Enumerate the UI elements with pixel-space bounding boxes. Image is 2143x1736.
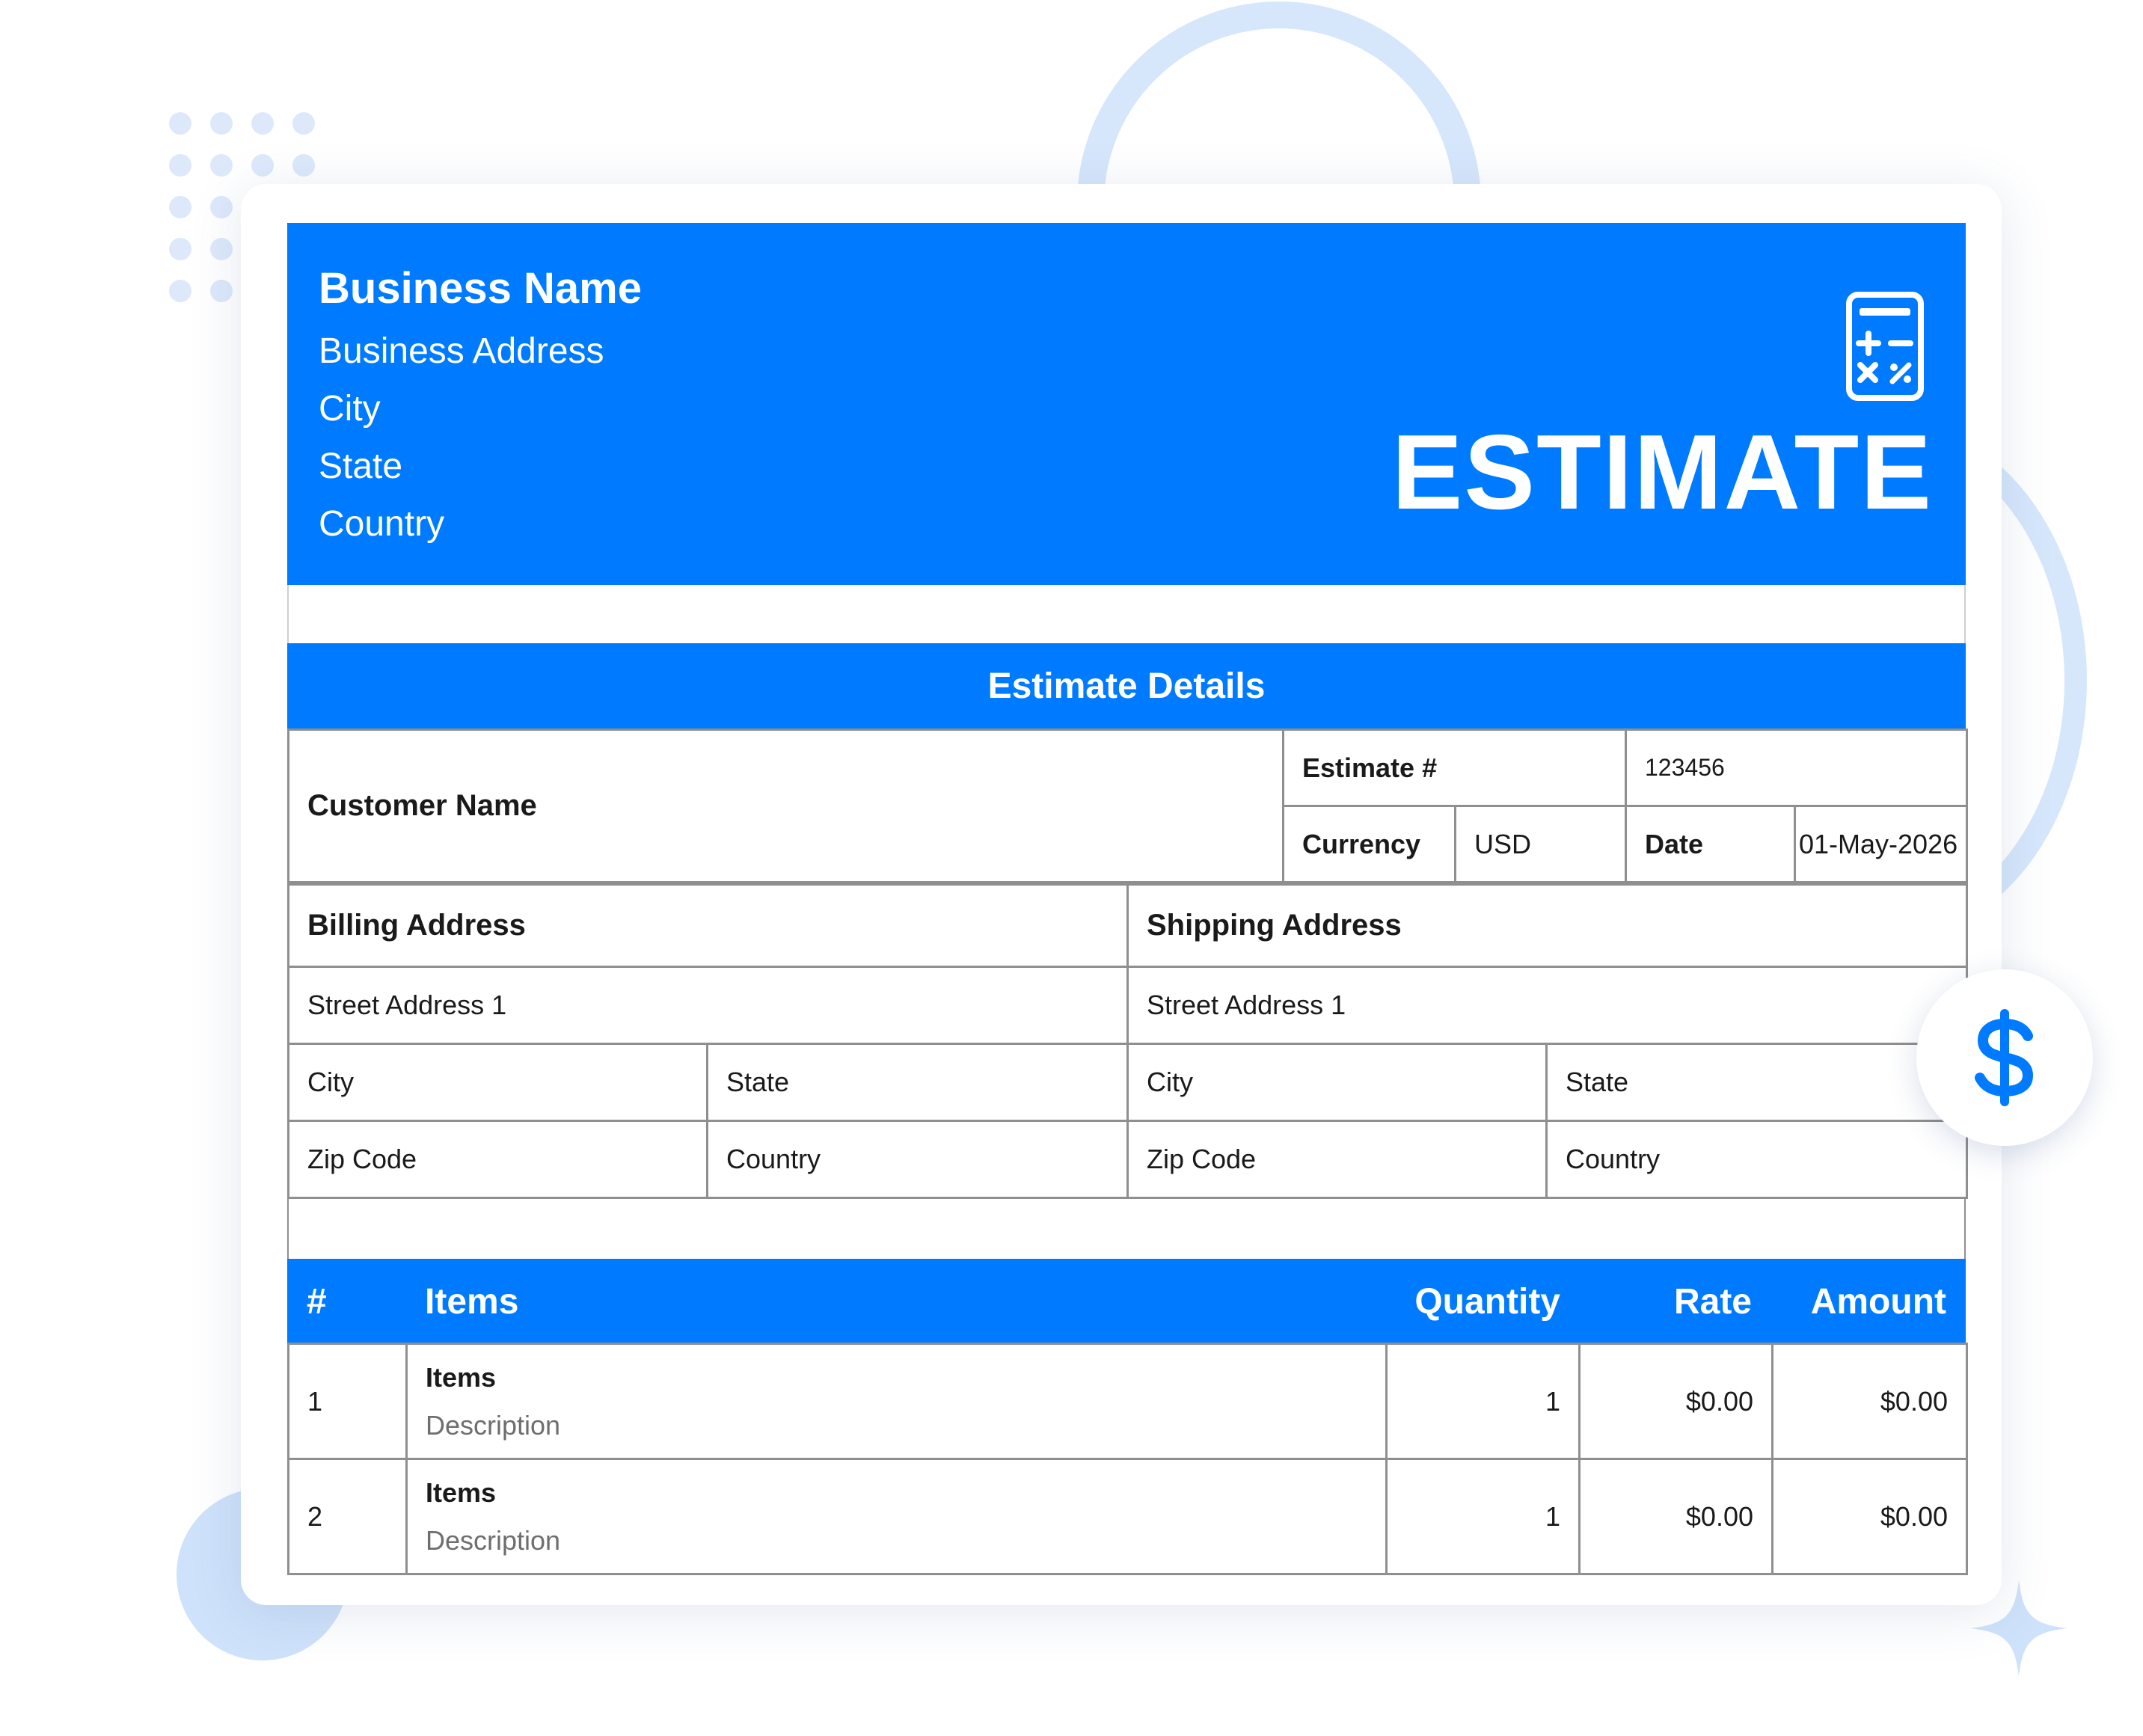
item-title[interactable]: Items	[426, 1362, 1367, 1393]
billing-state-field[interactable]: State	[706, 1043, 1129, 1122]
item-amount: $0.00	[1771, 1458, 1968, 1575]
estimate-number-label: Estimate #	[1282, 729, 1627, 807]
date-label: Date	[1625, 805, 1796, 883]
item-title[interactable]: Items	[426, 1477, 1367, 1509]
shipping-city-field[interactable]: City	[1126, 1043, 1548, 1122]
estimate-details-heading: Estimate Details	[287, 643, 1966, 729]
business-address[interactable]: Business Address	[319, 331, 604, 372]
item-quantity[interactable]: 1	[1385, 1458, 1581, 1575]
business-city[interactable]: City	[319, 388, 381, 429]
item-description[interactable]: Description	[426, 1410, 1367, 1441]
date-value[interactable]: 01-May-2026	[1794, 805, 1968, 883]
table-row: 2 Items Description 1 $0.00 $0.00	[287, 1458, 1968, 1575]
spacer	[287, 585, 1966, 643]
currency-value[interactable]: USD	[1454, 805, 1627, 883]
items-table: 1 Items Description 1 $0.00 $0.00 2 Item…	[287, 1343, 1968, 1575]
billing-street-field[interactable]: Street Address 1	[287, 966, 1129, 1045]
shipping-address-heading: Shipping Address	[1126, 883, 1969, 968]
shipping-zip-field[interactable]: Zip Code	[1126, 1120, 1548, 1199]
spacer	[287, 1199, 1966, 1259]
estimate-number-value[interactable]: 123456	[1625, 729, 1968, 807]
dollar-badge	[1916, 969, 2093, 1146]
items-table-header: # Items Quantity Rate Amount	[287, 1259, 1966, 1343]
dollar-icon	[1975, 1009, 2034, 1106]
billing-city-field[interactable]: City	[287, 1043, 708, 1122]
business-country[interactable]: Country	[319, 503, 444, 545]
table-row: 1 Items Description 1 $0.00 $0.00	[287, 1343, 1968, 1460]
estimate-header: Business Name Business Address City Stat…	[287, 223, 1966, 585]
shipping-country-field[interactable]: Country	[1545, 1120, 1969, 1199]
address-table: Billing Address Shipping Address Street …	[287, 883, 1969, 1199]
column-header-number: #	[307, 1282, 327, 1322]
billing-address-heading: Billing Address	[287, 883, 1129, 968]
column-header-items: Items	[425, 1282, 519, 1322]
column-header-amount: Amount	[1810, 1282, 1946, 1322]
business-state[interactable]: State	[319, 446, 402, 487]
column-header-quantity: Quantity	[1414, 1282, 1560, 1322]
shipping-state-field[interactable]: State	[1545, 1043, 1969, 1122]
estimate-document: Business Name Business Address City Stat…	[287, 223, 1969, 1575]
shipping-street-field[interactable]: Street Address 1	[1126, 966, 1969, 1045]
billing-zip-field[interactable]: Zip Code	[287, 1120, 708, 1199]
document-title: ESTIMATE	[1391, 413, 1933, 532]
item-cell[interactable]: Items Description	[405, 1458, 1388, 1575]
item-cell[interactable]: Items Description	[405, 1343, 1388, 1460]
item-quantity[interactable]: 1	[1385, 1343, 1581, 1460]
item-rate[interactable]: $0.00	[1578, 1458, 1773, 1575]
column-header-rate: Rate	[1673, 1282, 1752, 1322]
item-description[interactable]: Description	[426, 1525, 1367, 1556]
currency-label: Currency	[1282, 805, 1456, 883]
estimate-info-table: Customer Name Estimate # 123456 Currency…	[287, 729, 1968, 883]
item-rate[interactable]: $0.00	[1578, 1343, 1773, 1460]
billing-country-field[interactable]: Country	[706, 1120, 1129, 1199]
row-number: 2	[287, 1458, 408, 1575]
calculator-icon	[1846, 292, 1924, 401]
item-amount: $0.00	[1771, 1343, 1968, 1460]
business-name[interactable]: Business Name	[319, 263, 642, 313]
customer-name-field[interactable]: Customer Name	[287, 729, 1284, 883]
row-number: 1	[287, 1343, 408, 1460]
